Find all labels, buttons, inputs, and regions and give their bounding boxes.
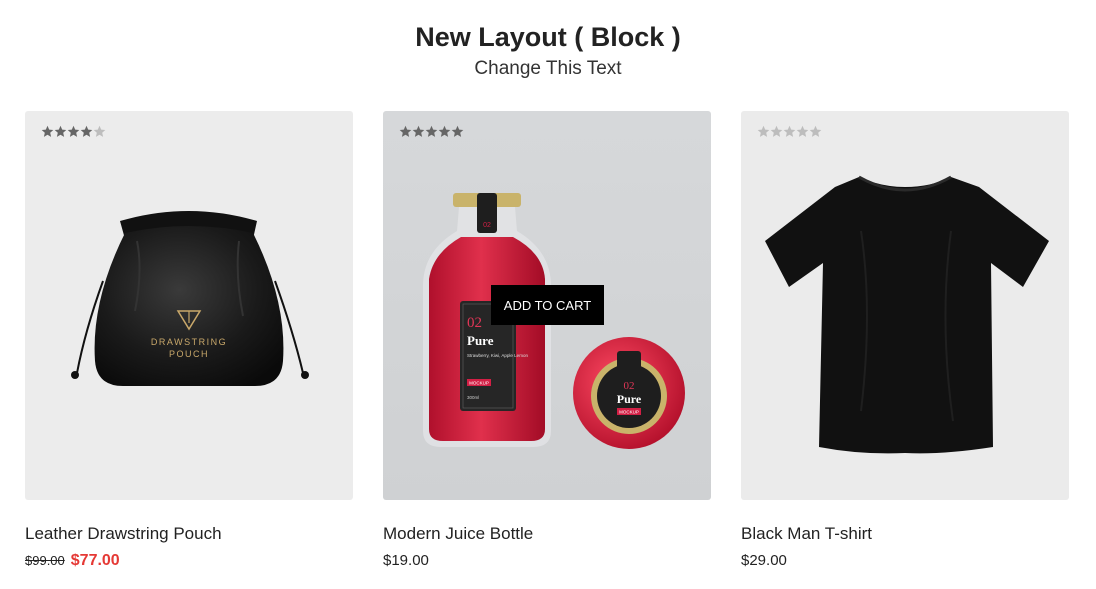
rating-stars — [757, 125, 822, 138]
svg-text:02: 02 — [483, 222, 491, 229]
regular-price: $29.00 — [741, 552, 787, 569]
section-heading: New Layout ( Block ) Change This Text — [0, 20, 1096, 82]
old-price: $99.00 — [25, 553, 65, 568]
star-icon — [41, 125, 54, 138]
star-icon — [399, 125, 412, 138]
product-card[interactable]: 02 02 Pure Strawberry, Kiwi, Apple Lemon… — [383, 111, 711, 571]
star-icon — [770, 125, 783, 138]
product-price: $19.00 — [383, 551, 711, 571]
product-name[interactable]: Black Man T-shirt — [741, 523, 1069, 545]
rating-stars — [41, 125, 106, 138]
svg-text:Pure: Pure — [467, 333, 494, 348]
star-icon — [425, 125, 438, 138]
product-card[interactable]: DRAWSTRING POUCH Leather Drawstring Pouc… — [25, 111, 353, 571]
product-price: $29.00 — [741, 551, 1069, 571]
product-thumbnail[interactable]: 02 02 Pure Strawberry, Kiwi, Apple Lemon… — [383, 111, 711, 500]
star-icon — [93, 125, 106, 138]
product-thumbnail[interactable]: DRAWSTRING POUCH — [25, 111, 353, 500]
product-thumbnail[interactable] — [741, 111, 1069, 500]
star-icon — [80, 125, 93, 138]
black-tshirt-image — [765, 175, 1049, 454]
star-icon — [412, 125, 425, 138]
svg-text:Strawberry, Kiwi, Apple Lemon: Strawberry, Kiwi, Apple Lemon — [467, 353, 528, 358]
star-icon — [54, 125, 67, 138]
svg-text:DRAWSTRING: DRAWSTRING — [151, 337, 227, 347]
regular-price: $19.00 — [383, 552, 429, 569]
svg-text:02: 02 — [624, 380, 635, 392]
sale-price: $77.00 — [70, 552, 120, 569]
product-card[interactable]: Black Man T-shirt $29.00 — [741, 111, 1069, 571]
star-icon — [796, 125, 809, 138]
product-name[interactable]: Modern Juice Bottle — [383, 523, 711, 545]
svg-text:Pure: Pure — [617, 392, 642, 406]
star-icon — [67, 125, 80, 138]
star-icon — [809, 125, 822, 138]
product-price: $99.00 $77.00 — [25, 551, 353, 571]
add-to-cart-button[interactable]: ADD TO CART — [491, 285, 604, 325]
star-icon — [451, 125, 464, 138]
product-name[interactable]: Leather Drawstring Pouch — [25, 523, 353, 545]
star-icon — [438, 125, 451, 138]
svg-text:MOCKUP: MOCKUP — [619, 410, 639, 415]
svg-text:POUCH: POUCH — [169, 349, 209, 359]
section-title: New Layout ( Block ) — [415, 22, 681, 52]
svg-text:300ml: 300ml — [467, 395, 479, 400]
rating-stars — [399, 125, 464, 138]
svg-text:02: 02 — [467, 315, 482, 331]
section-subtitle: Change This Text — [474, 58, 622, 79]
star-icon — [783, 125, 796, 138]
svg-text:MOCKUP: MOCKUP — [469, 381, 489, 386]
drawstring-pouch-image: DRAWSTRING POUCH — [71, 211, 309, 386]
star-icon — [757, 125, 770, 138]
